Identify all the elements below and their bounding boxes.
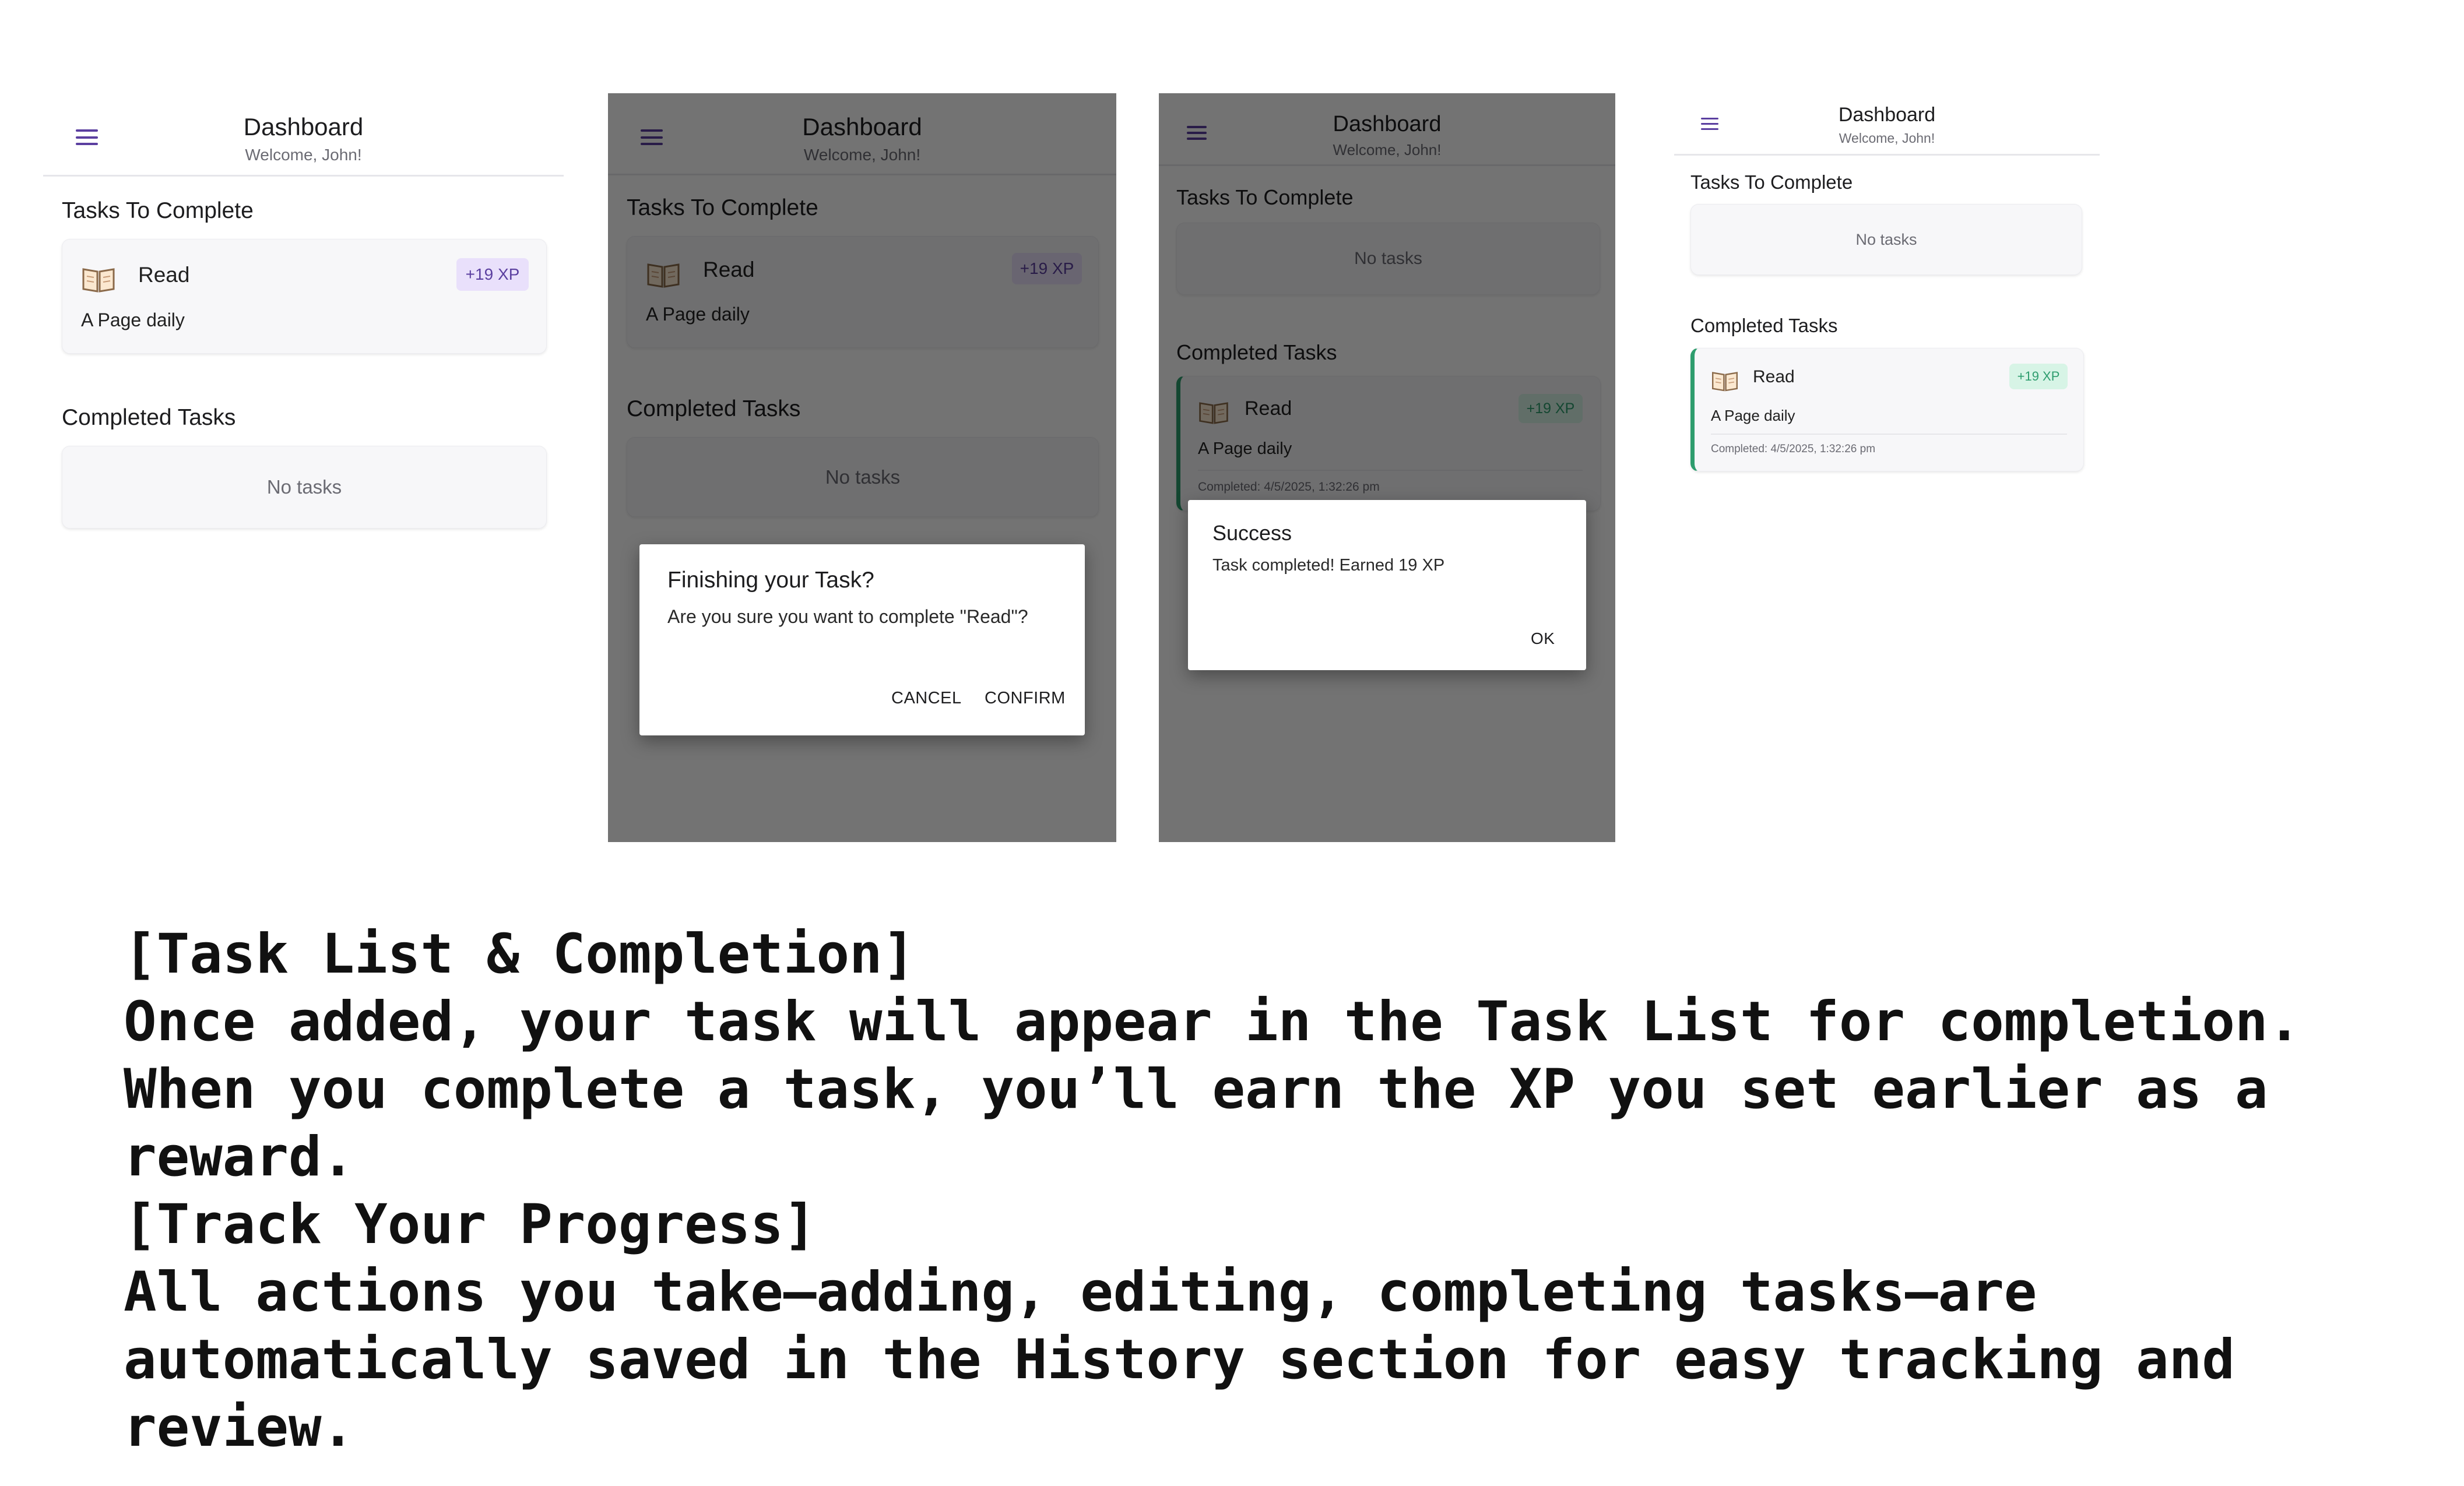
empty-task-list: No tasks: [1690, 204, 2082, 275]
section-title-completed: Completed Tasks: [1690, 315, 1838, 336]
screen-success-dialog: Dashboard Welcome, John! Tasks To Comple…: [1159, 93, 1615, 842]
dialog-message: Task completed! Earned 19 XP: [1212, 556, 1445, 575]
dialog-message: Are you sure you want to complete "Read"…: [667, 606, 1028, 627]
task-card[interactable]: Read +19 XP A Page daily: [62, 239, 547, 354]
app-header: Dashboard Welcome, John!: [1674, 93, 2100, 156]
section-title-tasks: Tasks To Complete: [62, 198, 254, 223]
completed-task-card: Read +19 XP A Page daily Completed: 4/5/…: [1690, 348, 2084, 471]
ok-button[interactable]: OK: [1531, 629, 1555, 648]
page-title: Dashboard: [243, 113, 364, 140]
screen-task-list: Dashboard Welcome, John! Tasks To Comple…: [43, 93, 564, 862]
card-divider: [1711, 434, 2067, 435]
dialog-title: Finishing your Task?: [667, 568, 874, 593]
caption-heading-task-list: [Task List & Completion]: [124, 922, 916, 986]
screen-confirm-dialog: Dashboard Welcome, John! Tasks To Comple…: [608, 93, 1116, 842]
xp-badge: +19 XP: [2009, 364, 2068, 389]
task-description: A Page daily: [81, 309, 185, 330]
open-book-icon: [81, 266, 116, 294]
welcome-text: Welcome, John!: [245, 146, 362, 164]
section-title-tasks: Tasks To Complete: [1690, 171, 1853, 193]
success-dialog: Success Task completed! Earned 19 XP OK: [1188, 500, 1586, 670]
task-name: Read: [138, 263, 190, 287]
confirm-button[interactable]: CONFIRM: [985, 689, 1066, 708]
open-book-icon: [1711, 369, 1739, 393]
welcome-text: Welcome, John!: [1839, 131, 1935, 146]
instruction-caption: [Task List & Completion] Once added, you…: [124, 921, 2301, 1462]
caption-line: Once added, your task will appear in the…: [124, 990, 2301, 1054]
caption-line: review.: [124, 1396, 355, 1459]
caption-line: When you complete a task, you’ll earn th…: [124, 1058, 2268, 1121]
confirm-dialog: Finishing your Task? Are you sure you wa…: [639, 544, 1085, 735]
task-name: Read: [1753, 367, 1795, 386]
xp-badge: +19 XP: [456, 258, 529, 291]
section-title-completed: Completed Tasks: [62, 405, 236, 430]
modal-backdrop[interactable]: [1159, 93, 1615, 842]
completed-timestamp: Completed: 4/5/2025, 1:32:26 pm: [1711, 443, 1876, 455]
empty-completed-list: No tasks: [62, 446, 547, 529]
cancel-button[interactable]: CANCEL: [891, 689, 962, 708]
screen-updated-list: Dashboard Welcome, John! Tasks To Comple…: [1674, 93, 2100, 490]
dialog-title: Success: [1212, 521, 1292, 545]
page-title: Dashboard: [1838, 104, 1936, 126]
caption-line: automatically saved in the History secti…: [124, 1328, 2235, 1392]
task-description: A Page daily: [1711, 407, 1795, 424]
caption-heading-progress: [Track Your Progress]: [124, 1193, 817, 1256]
caption-line: All actions you take—adding, editing, co…: [124, 1260, 2037, 1324]
app-header: Dashboard Welcome, John!: [43, 93, 564, 177]
caption-line: reward.: [124, 1125, 355, 1189]
